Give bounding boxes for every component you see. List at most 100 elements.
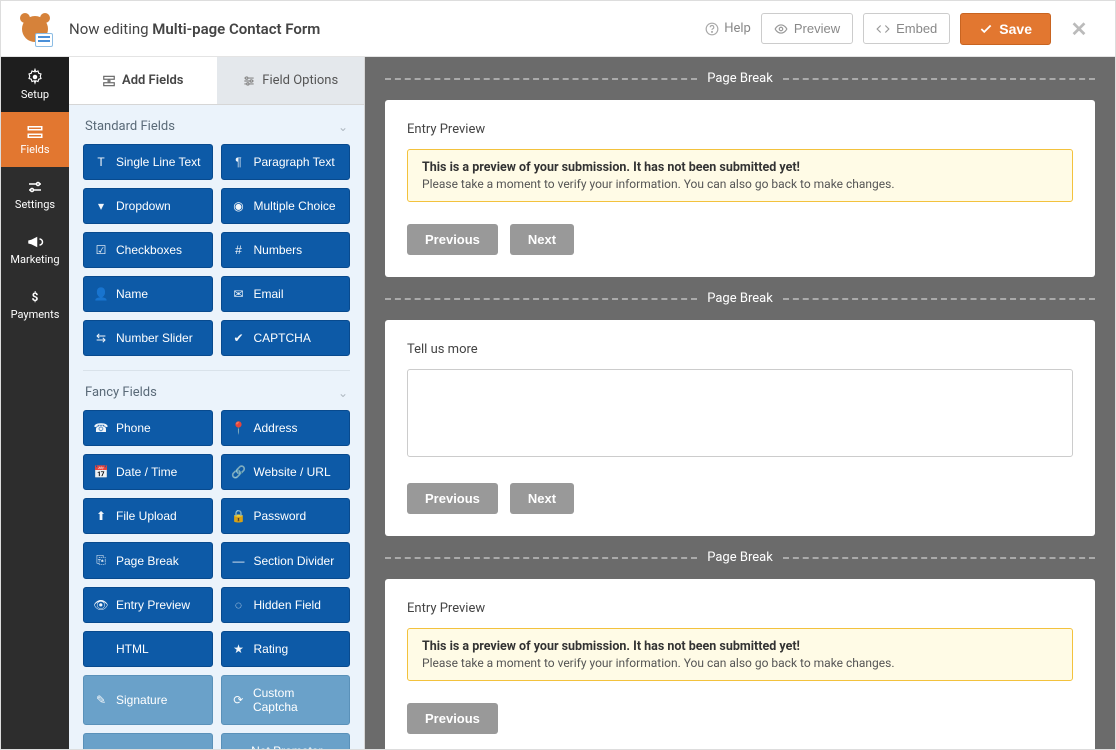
sidebar: Add Fields Field Options Standard Fields…: [69, 57, 365, 749]
field-type-icon: ★: [232, 642, 246, 656]
field-type-icon: 🔒: [232, 509, 246, 523]
field-type-icon: 👁: [94, 598, 108, 612]
page-break-divider[interactable]: Page Break: [385, 291, 1095, 306]
bullhorn-icon: [26, 233, 44, 251]
field-captcha[interactable]: ✔CAPTCHA: [221, 320, 351, 356]
help-link[interactable]: Help: [705, 21, 751, 36]
field-group: Fancy Fields⌄☎Phone📍Address📅Date / Time🔗…: [69, 370, 364, 749]
field-type-icon: ☎: [94, 421, 108, 435]
svg-text:$: $: [32, 290, 39, 304]
group-header[interactable]: Standard Fields⌄: [83, 105, 350, 144]
field-label: Tell us more: [407, 342, 1073, 357]
help-icon: [705, 22, 719, 36]
field-address[interactable]: 📍Address: [221, 410, 351, 446]
field-name[interactable]: 👤Name: [83, 276, 213, 312]
field-single-line-text[interactable]: TSingle Line Text: [83, 144, 213, 180]
close-icon[interactable]: ✕: [1061, 17, 1097, 41]
code-icon: [876, 22, 890, 36]
field-type-icon: T: [94, 155, 108, 169]
previous-button[interactable]: Previous: [407, 703, 498, 734]
entry-preview-notice: This is a preview of your submission. It…: [407, 628, 1073, 681]
field-type-icon: 👤: [94, 287, 108, 301]
app-logo[interactable]: [1, 1, 69, 57]
topbar: Now editing Multi-page Contact Form Help…: [1, 1, 1115, 57]
field-page-break[interactable]: ⎘Page Break: [83, 542, 213, 579]
field-rating[interactable]: ★Rating: [221, 631, 351, 667]
field-multiple-choice[interactable]: ◉Multiple Choice: [221, 188, 351, 224]
field-checkboxes[interactable]: ☑Checkboxes: [83, 232, 213, 268]
tell-us-more-textarea[interactable]: [407, 369, 1073, 457]
field-dropdown[interactable]: ▾Dropdown: [83, 188, 213, 224]
previous-button[interactable]: Previous: [407, 224, 498, 255]
field-number-slider[interactable]: ⇆Number Slider: [83, 320, 213, 356]
field-likert-scale[interactable]: ≡Likert Scale: [83, 733, 213, 749]
field-type-icon: ⇆: [94, 331, 108, 345]
field-numbers[interactable]: #Numbers: [221, 232, 351, 268]
field-hidden-field[interactable]: ◌Hidden Field: [221, 587, 351, 623]
fields-icon: [26, 123, 44, 141]
field-type-icon: 📅: [94, 465, 108, 479]
field-phone[interactable]: ☎Phone: [83, 410, 213, 446]
nav-settings[interactable]: Settings: [1, 167, 69, 222]
field-email[interactable]: ✉Email: [221, 276, 351, 312]
field-type-icon: ✉: [232, 287, 246, 301]
check-icon: [979, 22, 993, 36]
field-type-icon: ⟳: [232, 693, 245, 707]
editing-title: Now editing Multi-page Contact Form: [69, 20, 320, 38]
add-icon: [102, 74, 116, 88]
field-type-icon: ⎘: [94, 553, 108, 568]
main-nav: Setup Fields Settings Marketing $ Paymen…: [1, 57, 69, 749]
next-button[interactable]: Next: [510, 224, 574, 255]
group-header[interactable]: Fancy Fields⌄: [83, 371, 350, 410]
field-type-icon: —: [232, 554, 246, 568]
field-custom-captcha[interactable]: ⟳Custom Captcha: [221, 675, 351, 725]
next-button[interactable]: Next: [510, 483, 574, 514]
sliders-icon: [26, 178, 44, 196]
tab-field-options[interactable]: Field Options: [217, 57, 365, 104]
gear-icon: [26, 68, 44, 86]
nav-marketing[interactable]: Marketing: [1, 222, 69, 277]
previous-button[interactable]: Previous: [407, 483, 498, 514]
dollar-icon: $: [26, 288, 44, 306]
field-entry-preview[interactable]: 👁Entry Preview: [83, 587, 213, 623]
field-type-icon: ¶: [232, 155, 246, 169]
field-paragraph-text[interactable]: ¶Paragraph Text: [221, 144, 351, 180]
field-label: Entry Preview: [407, 122, 1073, 137]
field-file-upload[interactable]: ⬆File Upload: [83, 498, 213, 534]
chevron-down-icon: ⌄: [338, 120, 348, 134]
eye-icon: [774, 22, 788, 36]
field-type-icon: ▾: [94, 199, 108, 213]
field-section-divider[interactable]: —Section Divider: [221, 542, 351, 579]
options-icon: [242, 74, 256, 88]
field-type-icon: 🔗: [232, 465, 246, 479]
tab-add-fields[interactable]: Add Fields: [69, 57, 217, 104]
field-type-icon: ✎: [94, 693, 108, 707]
nav-setup[interactable]: Setup: [1, 57, 69, 112]
field-date-time[interactable]: 📅Date / Time: [83, 454, 213, 490]
field-type-icon: ◉: [232, 199, 246, 213]
save-button[interactable]: Save: [960, 13, 1051, 45]
form-canvas: Page Break Entry Preview This is a previ…: [365, 57, 1115, 749]
field-type-icon: ◌: [232, 598, 246, 612]
embed-button[interactable]: Embed: [863, 13, 950, 44]
entry-preview-notice: This is a preview of your submission. It…: [407, 149, 1073, 202]
nav-payments[interactable]: $ Payments: [1, 277, 69, 332]
chevron-down-icon: ⌄: [338, 386, 348, 400]
preview-button[interactable]: Preview: [761, 13, 853, 44]
field-type-icon: ✔: [232, 331, 246, 345]
page-card: Tell us more Previous Next: [385, 320, 1095, 536]
field-signature[interactable]: ✎Signature: [83, 675, 213, 725]
page-break-divider[interactable]: Page Break: [385, 71, 1095, 86]
field-password[interactable]: 🔒Password: [221, 498, 351, 534]
field-label: Entry Preview: [407, 601, 1073, 616]
field-group: Standard Fields⌄TSingle Line Text¶Paragr…: [69, 105, 364, 356]
page-break-divider[interactable]: Page Break: [385, 550, 1095, 565]
field-type-icon: 📍: [232, 421, 246, 435]
field-html[interactable]: HTML: [83, 631, 213, 667]
page-card: Entry Preview This is a preview of your …: [385, 579, 1095, 749]
field-net-promoter-score[interactable]: ⊞Net Promoter Score: [221, 733, 351, 749]
field-website-url[interactable]: 🔗Website / URL: [221, 454, 351, 490]
field-type-icon: ☑: [94, 243, 108, 257]
nav-fields[interactable]: Fields: [1, 112, 69, 167]
field-type-icon: ⬆: [94, 509, 108, 523]
